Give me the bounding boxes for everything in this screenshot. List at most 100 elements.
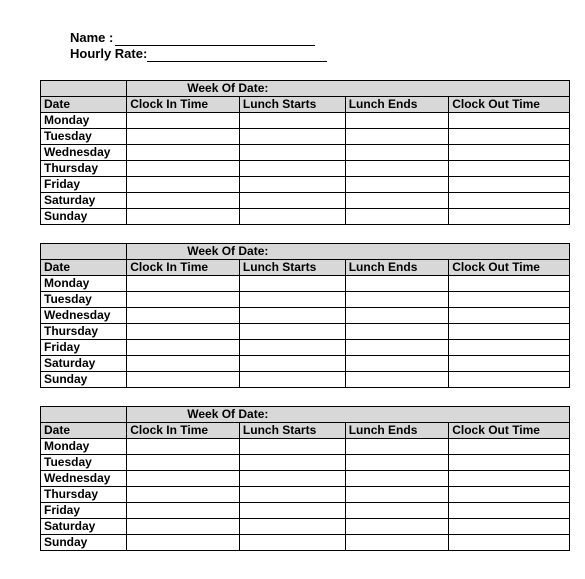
cell-lunch-ends[interactable] xyxy=(345,455,448,471)
cell-clock-out[interactable] xyxy=(449,503,570,519)
cell-lunch-starts[interactable] xyxy=(239,308,345,324)
cell-clock-out[interactable] xyxy=(449,193,570,209)
cell-lunch-starts[interactable] xyxy=(239,340,345,356)
hourly-rate-input-line[interactable] xyxy=(147,48,327,62)
cell-lunch-ends[interactable] xyxy=(345,161,448,177)
cell-clock-in[interactable] xyxy=(127,439,240,455)
cell-clock-in[interactable] xyxy=(127,487,240,503)
cell-clock-out[interactable] xyxy=(449,356,570,372)
cell-lunch-starts[interactable] xyxy=(239,145,345,161)
table-row: Monday xyxy=(41,439,570,455)
cell-lunch-ends[interactable] xyxy=(345,439,448,455)
cell-clock-out[interactable] xyxy=(449,471,570,487)
cell-clock-in[interactable] xyxy=(127,324,240,340)
cell-clock-out[interactable] xyxy=(449,161,570,177)
table-row: Sunday xyxy=(41,535,570,551)
cell-clock-out[interactable] xyxy=(449,372,570,388)
cell-clock-out[interactable] xyxy=(449,129,570,145)
day-label: Monday xyxy=(41,439,127,455)
day-label: Thursday xyxy=(41,161,127,177)
table-row: Wednesday xyxy=(41,308,570,324)
cell-clock-in[interactable] xyxy=(127,535,240,551)
cell-lunch-ends[interactable] xyxy=(345,471,448,487)
cell-lunch-ends[interactable] xyxy=(345,113,448,129)
cell-lunch-starts[interactable] xyxy=(239,439,345,455)
cell-lunch-starts[interactable] xyxy=(239,519,345,535)
name-input-line[interactable] xyxy=(115,32,315,46)
cell-clock-out[interactable] xyxy=(449,487,570,503)
cell-lunch-ends[interactable] xyxy=(345,487,448,503)
cell-clock-in[interactable] xyxy=(127,372,240,388)
cell-lunch-starts[interactable] xyxy=(239,455,345,471)
cell-clock-out[interactable] xyxy=(449,308,570,324)
cell-clock-in[interactable] xyxy=(127,356,240,372)
col-header-date: Date xyxy=(41,423,127,439)
cell-clock-out[interactable] xyxy=(449,209,570,225)
cell-lunch-starts[interactable] xyxy=(239,324,345,340)
cell-lunch-starts[interactable] xyxy=(239,276,345,292)
cell-clock-in[interactable] xyxy=(127,308,240,324)
week-of-date-header: Week Of Date: xyxy=(127,81,570,97)
cell-lunch-ends[interactable] xyxy=(345,535,448,551)
cell-lunch-starts[interactable] xyxy=(239,487,345,503)
cell-clock-in[interactable] xyxy=(127,209,240,225)
cell-lunch-ends[interactable] xyxy=(345,324,448,340)
cell-lunch-ends[interactable] xyxy=(345,292,448,308)
cell-lunch-starts[interactable] xyxy=(239,177,345,193)
cell-lunch-starts[interactable] xyxy=(239,292,345,308)
cell-clock-out[interactable] xyxy=(449,455,570,471)
cell-clock-in[interactable] xyxy=(127,129,240,145)
cell-lunch-ends[interactable] xyxy=(345,129,448,145)
cell-clock-in[interactable] xyxy=(127,161,240,177)
cell-clock-out[interactable] xyxy=(449,276,570,292)
week-of-date-header: Week Of Date: xyxy=(127,407,570,423)
cell-lunch-ends[interactable] xyxy=(345,503,448,519)
day-label: Friday xyxy=(41,503,127,519)
cell-clock-out[interactable] xyxy=(449,292,570,308)
cell-clock-in[interactable] xyxy=(127,113,240,129)
table-row: Monday xyxy=(41,113,570,129)
cell-clock-in[interactable] xyxy=(127,145,240,161)
cell-clock-out[interactable] xyxy=(449,177,570,193)
cell-clock-out[interactable] xyxy=(449,439,570,455)
cell-lunch-starts[interactable] xyxy=(239,113,345,129)
cell-clock-out[interactable] xyxy=(449,113,570,129)
table-row: Thursday xyxy=(41,487,570,503)
cell-clock-in[interactable] xyxy=(127,177,240,193)
cell-lunch-ends[interactable] xyxy=(345,340,448,356)
cell-lunch-starts[interactable] xyxy=(239,193,345,209)
cell-clock-out[interactable] xyxy=(449,340,570,356)
cell-lunch-ends[interactable] xyxy=(345,177,448,193)
cell-lunch-starts[interactable] xyxy=(239,372,345,388)
cell-clock-out[interactable] xyxy=(449,145,570,161)
cell-clock-out[interactable] xyxy=(449,535,570,551)
cell-lunch-starts[interactable] xyxy=(239,535,345,551)
cell-lunch-ends[interactable] xyxy=(345,209,448,225)
cell-lunch-starts[interactable] xyxy=(239,209,345,225)
cell-lunch-ends[interactable] xyxy=(345,308,448,324)
cell-clock-in[interactable] xyxy=(127,455,240,471)
cell-clock-in[interactable] xyxy=(127,276,240,292)
name-label: Name : xyxy=(70,30,113,46)
cell-clock-in[interactable] xyxy=(127,193,240,209)
cell-lunch-starts[interactable] xyxy=(239,503,345,519)
cell-lunch-starts[interactable] xyxy=(239,471,345,487)
cell-lunch-ends[interactable] xyxy=(345,276,448,292)
cell-clock-in[interactable] xyxy=(127,471,240,487)
cell-lunch-ends[interactable] xyxy=(345,519,448,535)
cell-lunch-ends[interactable] xyxy=(345,193,448,209)
cell-clock-in[interactable] xyxy=(127,503,240,519)
cell-lunch-starts[interactable] xyxy=(239,161,345,177)
cell-clock-in[interactable] xyxy=(127,519,240,535)
cell-lunch-ends[interactable] xyxy=(345,356,448,372)
cell-lunch-starts[interactable] xyxy=(239,356,345,372)
cell-lunch-ends[interactable] xyxy=(345,145,448,161)
cell-lunch-starts[interactable] xyxy=(239,129,345,145)
cell-lunch-ends[interactable] xyxy=(345,372,448,388)
col-header-clock-out: Clock Out Time xyxy=(449,97,570,113)
cell-clock-in[interactable] xyxy=(127,340,240,356)
cell-clock-in[interactable] xyxy=(127,292,240,308)
cell-clock-out[interactable] xyxy=(449,324,570,340)
cell-clock-out[interactable] xyxy=(449,519,570,535)
col-header-date: Date xyxy=(41,97,127,113)
